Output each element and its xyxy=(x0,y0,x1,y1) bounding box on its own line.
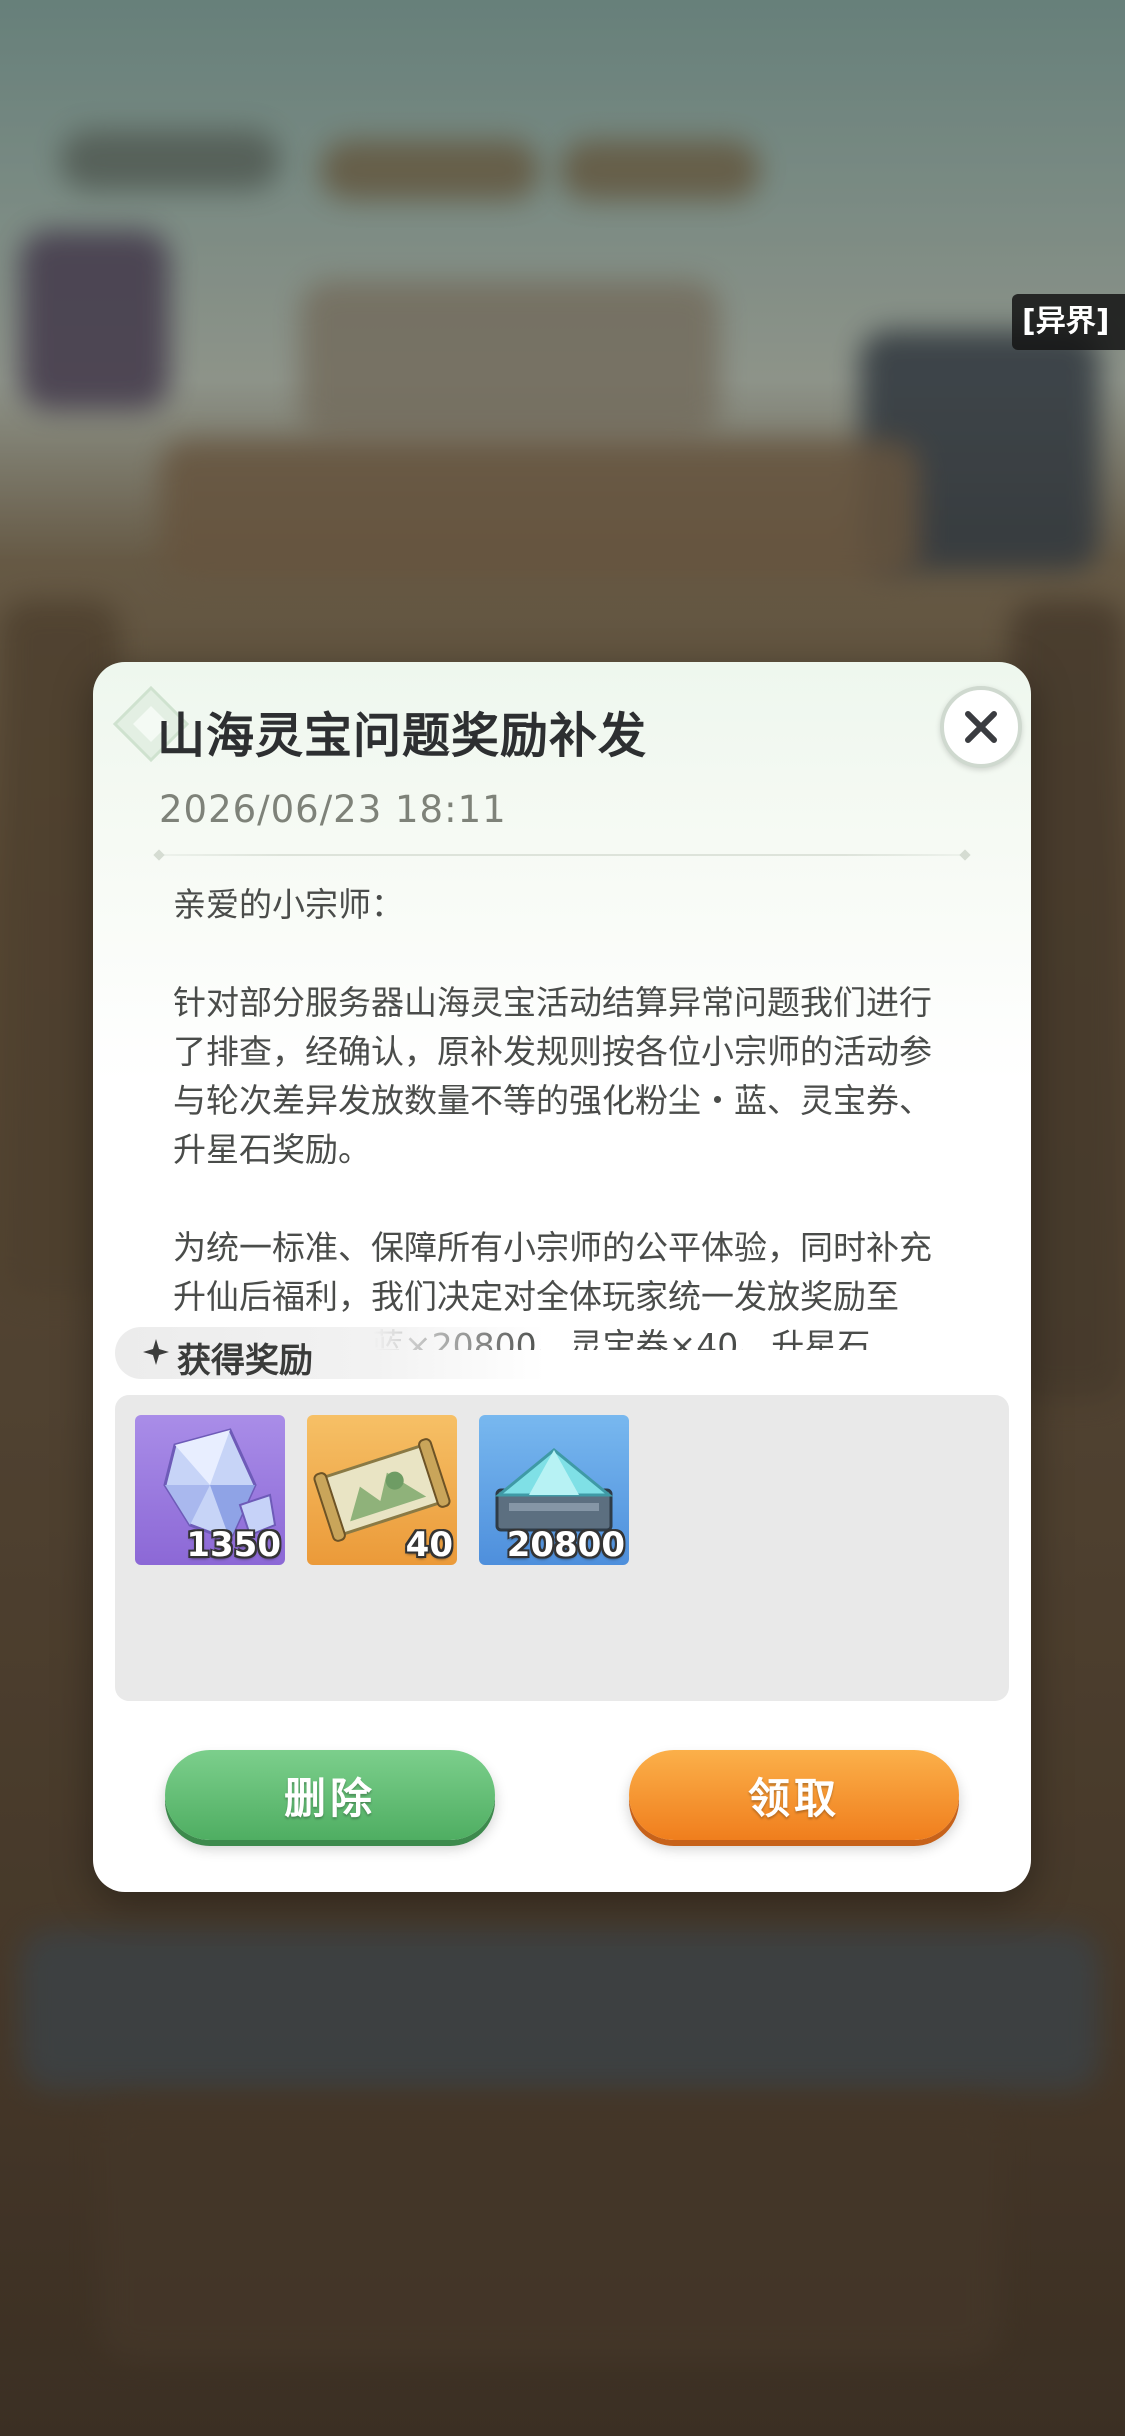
top-right-tag: [异界] xyxy=(1012,294,1125,350)
mail-dialog: 山海灵宝问题奖励补发 2026/06/23 18:11 亲爱的小宗师： 针对部分… xyxy=(93,662,1031,1892)
mail-body[interactable]: 亲爱的小宗师： 针对部分服务器山海灵宝活动结算异常问题我们进行了排查，经确认，原… xyxy=(173,880,953,1350)
reward-list: 1350 40 20800 xyxy=(115,1395,1009,1701)
mail-greeting: 亲爱的小宗师： xyxy=(173,885,404,924)
reward-item[interactable]: 20800 xyxy=(479,1415,629,1565)
claim-button[interactable]: 领取 xyxy=(629,1750,959,1840)
mail-date: 2026/06/23 18:11 xyxy=(159,788,507,831)
close-button[interactable] xyxy=(940,686,1022,768)
reward-count: 40 xyxy=(405,1525,453,1565)
delete-button[interactable]: 删除 xyxy=(165,1750,495,1840)
reward-header-label: 获得奖励 xyxy=(177,1341,313,1381)
reward-header: 获得奖励 xyxy=(115,1327,545,1381)
reward-item[interactable]: 1350 xyxy=(135,1415,285,1565)
mail-paragraph: 针对部分服务器山海灵宝活动结算异常问题我们进行了排查，经确认，原补发规则按各位小… xyxy=(173,983,932,1169)
sparkle-icon xyxy=(143,1339,169,1365)
mail-title: 山海灵宝问题奖励补发 xyxy=(157,708,648,764)
divider xyxy=(159,854,965,856)
reward-item[interactable]: 40 xyxy=(307,1415,457,1565)
close-icon xyxy=(965,711,997,743)
reward-count: 20800 xyxy=(506,1525,625,1565)
reward-count: 1350 xyxy=(186,1525,281,1565)
